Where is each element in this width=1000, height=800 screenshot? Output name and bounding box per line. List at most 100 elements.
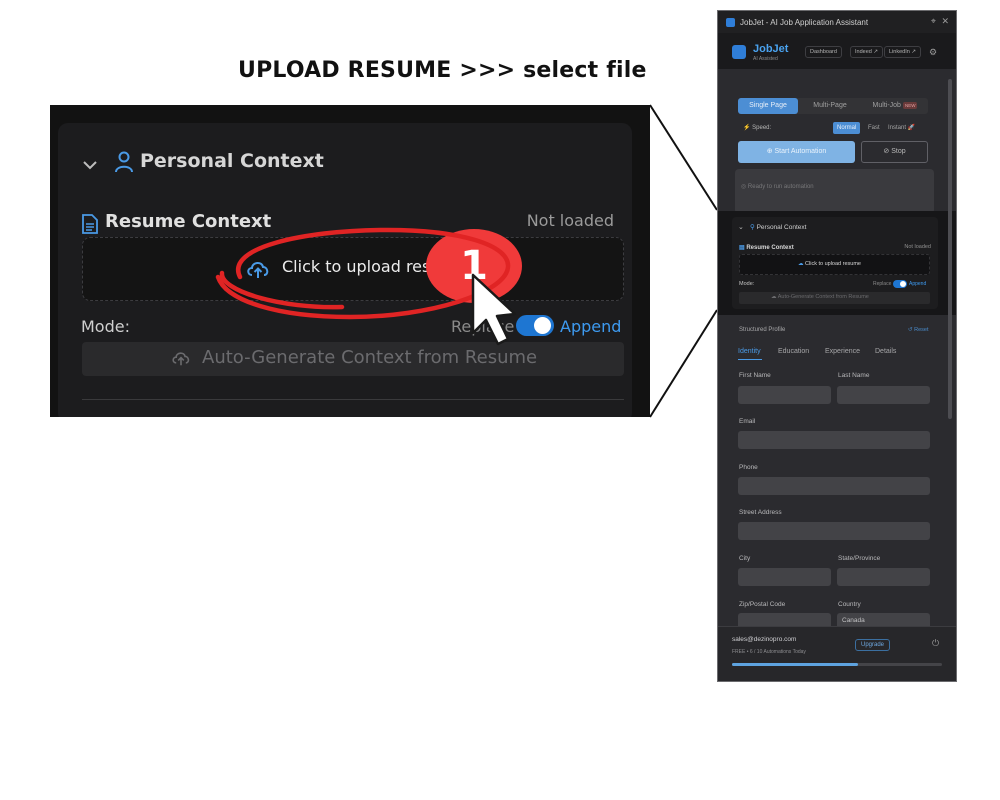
- speed-fast[interactable]: Fast: [864, 122, 884, 134]
- divider: [82, 399, 624, 400]
- auto-generate-label: Auto-Generate Context from Resume: [202, 347, 538, 368]
- nav-linkedin[interactable]: LinkedIn ↗: [884, 46, 921, 58]
- instruction-headline: UPLOAD RESUME >>> select file: [238, 58, 647, 83]
- window-titlebar: JobJet - AI Job Application Assistant ⌖ …: [718, 11, 956, 33]
- nav-dashboard[interactable]: Dashboard: [805, 46, 842, 58]
- email-label: Email: [739, 418, 756, 425]
- start-automation-label: Start Automation: [774, 148, 827, 155]
- speed-normal[interactable]: Normal: [833, 122, 861, 134]
- close-icon[interactable]: ✕: [941, 16, 949, 27]
- mode-replace-label[interactable]: Replace: [451, 317, 514, 336]
- resume-context-title-small: ▤ Resume Context: [739, 244, 794, 251]
- logout-icon[interactable]: ⏻: [932, 638, 939, 649]
- city-input[interactable]: [738, 568, 831, 586]
- status-text-label: Ready to run automation: [747, 184, 814, 190]
- speed-instant[interactable]: Instant 🚀: [884, 122, 919, 134]
- cloud-upload-icon: [247, 262, 269, 278]
- mode-toggle[interactable]: [516, 315, 554, 336]
- brand-name: JobJet: [753, 43, 789, 55]
- upgrade-button[interactable]: Upgrade: [855, 639, 890, 651]
- profile-tab-identity[interactable]: Identity: [738, 348, 761, 355]
- reset-button[interactable]: ↺ Reset: [908, 327, 929, 333]
- pin-icon[interactable]: ⌖: [931, 16, 936, 27]
- toggle-knob: [900, 281, 906, 287]
- last-name-input[interactable]: [837, 386, 930, 404]
- mode-replace-small[interactable]: Replace: [873, 281, 891, 287]
- tab-multi-page[interactable]: Multi-Page: [800, 98, 860, 114]
- stop-label: Stop: [891, 148, 906, 155]
- stop-button[interactable]: ⊘ Stop: [861, 141, 928, 163]
- profile-title: Structured Profile: [739, 327, 786, 333]
- last-name-label: Last Name: [838, 372, 870, 379]
- status-box: [735, 169, 934, 214]
- scrollbar[interactable]: [948, 79, 952, 419]
- status-text: ◎ Ready to run automation: [741, 184, 814, 190]
- user-icon: ⚲: [750, 224, 755, 231]
- resume-status: Not loaded: [526, 211, 614, 230]
- auto-generate-button[interactable]: Auto-Generate Context from Resume: [82, 342, 624, 376]
- speed-label-text: Speed:: [752, 125, 772, 131]
- plan-usage: FREE • 6 / 10 Automations Today: [732, 649, 806, 655]
- document-icon: ▤: [739, 245, 745, 251]
- brand-subtitle: AI Assisted: [753, 56, 778, 62]
- phone-input[interactable]: [738, 477, 930, 495]
- cloud-upload-icon: [172, 352, 190, 366]
- personal-context-title[interactable]: ⚲ Personal Context: [750, 223, 806, 231]
- auto-generate-label-small: ☁ Auto-Generate Context from Resume: [771, 294, 869, 300]
- profile-tab-details[interactable]: Details: [875, 348, 896, 355]
- mode-append-label[interactable]: Append: [560, 317, 621, 336]
- street-address-label: Street Address: [739, 509, 782, 516]
- start-automation-button[interactable]: ⊕ Start Automation: [738, 141, 855, 163]
- first-name-input[interactable]: [738, 386, 831, 404]
- rocket-icon: 🚀: [907, 125, 916, 131]
- active-tab-underline: [738, 359, 762, 360]
- personal-context-card-small: ⌄ ⚲ Personal Context ▤ Resume Context No…: [732, 217, 938, 309]
- mode-label: Mode:: [81, 317, 130, 336]
- tab-multi-job-label: Multi-Job: [872, 102, 901, 109]
- profile-tab-education[interactable]: Education: [778, 348, 809, 355]
- chevron-down-icon[interactable]: [82, 157, 98, 173]
- city-label: City: [739, 555, 751, 562]
- step-number-badge: 1: [426, 229, 522, 303]
- mode-tabs: Single Page Multi-Page Multi-Job NEW: [738, 98, 928, 114]
- phone-label: Phone: [739, 464, 758, 471]
- account-email: sales@dezinopro.com: [732, 636, 797, 643]
- cloud-upload-icon: ☁: [771, 294, 777, 300]
- resume-context-title: Resume Context: [105, 211, 272, 232]
- tab-single-page[interactable]: Single Page: [738, 98, 798, 114]
- section-title[interactable]: Personal Context: [140, 150, 324, 172]
- app-icon: [726, 18, 735, 27]
- state-label: State/Province: [838, 555, 881, 562]
- street-address-input[interactable]: [738, 522, 930, 540]
- new-badge: NEW: [902, 101, 918, 109]
- auto-generate-button-small[interactable]: ☁ Auto-Generate Context from Resume: [739, 292, 930, 304]
- nav-indeed[interactable]: Indeed ↗: [850, 46, 883, 58]
- jobjet-logo: [732, 45, 746, 59]
- chevron-down-icon[interactable]: ⌄: [738, 223, 744, 231]
- state-input[interactable]: [837, 568, 930, 586]
- speed-instant-label: Instant: [888, 125, 907, 131]
- upload-label-text: Click to upload resume: [805, 261, 861, 267]
- mode-toggle-small[interactable]: [893, 280, 907, 288]
- gear-icon[interactable]: ⚙: [929, 47, 937, 58]
- mode-label-small: Mode:: [739, 281, 755, 287]
- zip-label: Zip/Postal Code: [739, 601, 786, 608]
- highlighted-section: ⌄ ⚲ Personal Context ▤ Resume Context No…: [718, 211, 956, 315]
- first-name-label: First Name: [739, 372, 771, 379]
- email-input[interactable]: [738, 431, 930, 449]
- auto-generate-text-small: Auto-Generate Context from Resume: [777, 294, 869, 300]
- upload-resume-dropzone[interactable]: Click to upload resume: [82, 237, 624, 301]
- resume-status-small: Not loaded: [904, 244, 931, 250]
- profile-tab-experience[interactable]: Experience: [825, 348, 860, 355]
- tab-multi-job[interactable]: Multi-Job NEW: [862, 98, 928, 114]
- toggle-knob: [534, 317, 551, 334]
- usage-progress-fill: [732, 663, 858, 666]
- zoomed-inset: Personal Context Resume Context Not load…: [50, 105, 650, 417]
- upload-resume-dropzone-small[interactable]: ☁ Click to upload resume: [739, 254, 930, 275]
- jobjet-panel: JobJet - AI Job Application Assistant ⌖ …: [717, 10, 957, 682]
- mode-append-small[interactable]: Append: [909, 281, 926, 287]
- upload-resume-label-small: ☁ Click to upload resume: [798, 261, 861, 267]
- user-icon: [115, 151, 133, 173]
- personal-context-label: Personal Context: [756, 224, 807, 231]
- speed-label: ⚡ Speed:: [743, 125, 772, 131]
